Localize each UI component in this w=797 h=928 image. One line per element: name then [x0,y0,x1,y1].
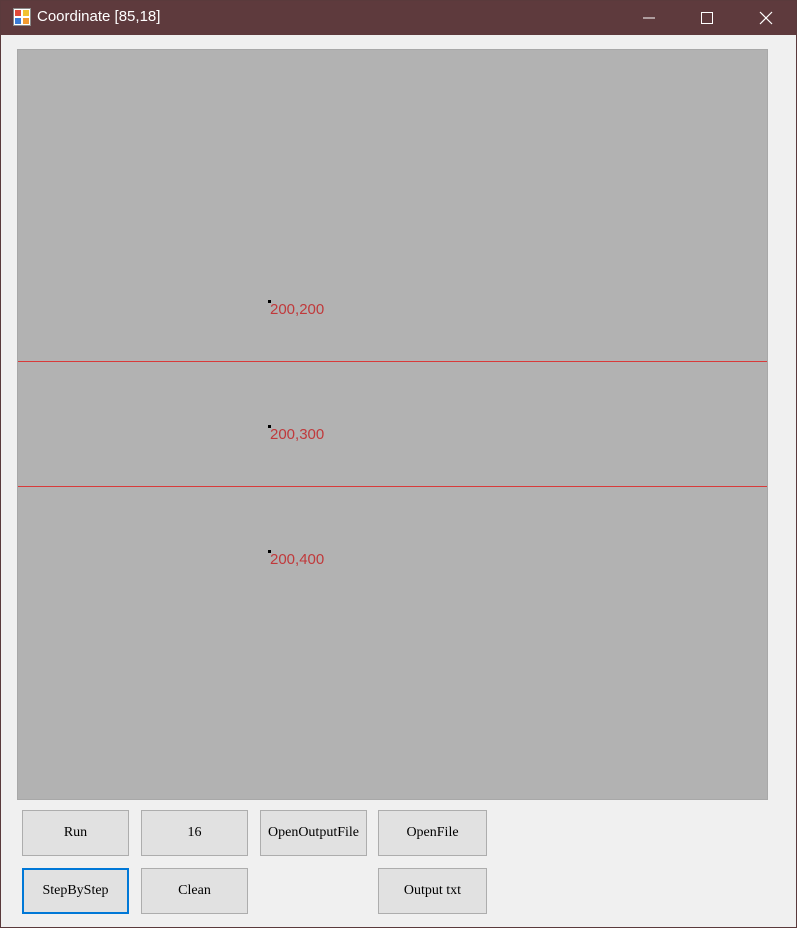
drawing-canvas[interactable]: 200,200 200,300 200,400 [17,49,768,800]
maximize-button[interactable] [678,1,736,35]
boundary-line [18,361,767,362]
close-icon [759,11,773,25]
open-output-file-button[interactable]: OpenOutputFile [260,810,367,856]
point-label: 200,200 [270,301,325,318]
minimize-button[interactable] [620,1,678,35]
run-button[interactable]: Run [22,810,129,856]
app-icon [13,8,31,26]
step-by-step-button[interactable]: StepByStep [22,868,129,914]
boundary-line [18,486,767,487]
point-label: 200,300 [270,426,325,443]
window-title: Coordinate [85,18] [37,8,161,25]
close-button[interactable] [737,1,795,35]
minimize-icon [643,17,655,19]
title-bar[interactable]: Coordinate [85,18] [1,1,796,35]
clean-button[interactable]: Clean [141,868,248,914]
number-button[interactable]: 16 [141,810,248,856]
open-file-button[interactable]: OpenFile [378,810,487,856]
point-label: 200,400 [270,551,325,568]
output-txt-button[interactable]: Output txt [378,868,487,914]
maximize-icon [701,12,713,24]
app-window: Coordinate [85,18] 200,200 200,300 200,4… [0,0,797,928]
